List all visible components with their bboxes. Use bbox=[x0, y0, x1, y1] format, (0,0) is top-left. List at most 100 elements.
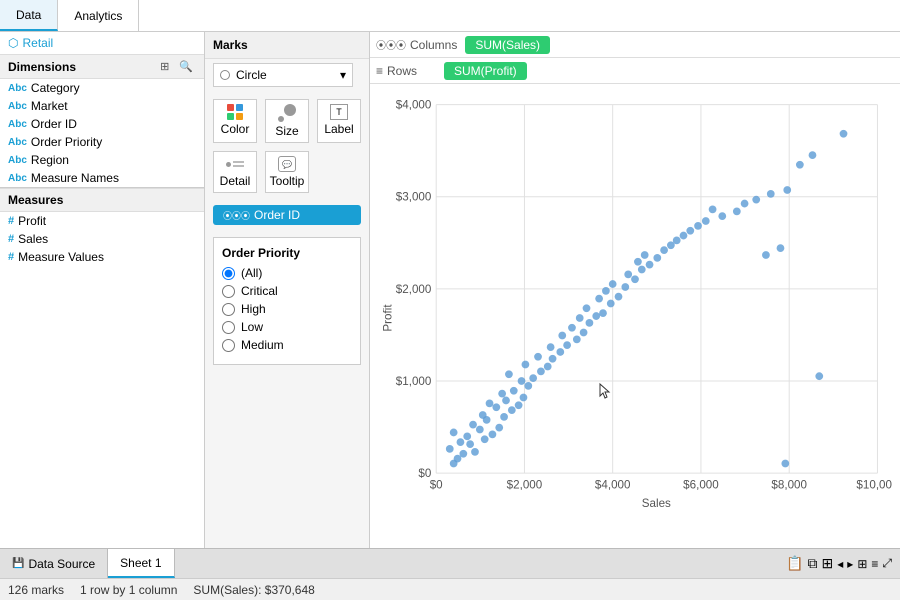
color-icon bbox=[227, 104, 243, 120]
chevron-down-icon: ▾ bbox=[340, 68, 346, 82]
dimensions-header: Dimensions ⊞ 🔍 bbox=[0, 54, 204, 79]
sheet1-label: Sheet 1 bbox=[120, 556, 161, 570]
filter-radio-high[interactable] bbox=[222, 303, 235, 316]
rows-pill-label: SUM(Profit) bbox=[454, 64, 517, 78]
tooltip-icon: 💬 bbox=[278, 156, 296, 172]
dim-order-id[interactable]: AbcOrder ID bbox=[0, 115, 204, 133]
filter-option-high[interactable]: High bbox=[222, 302, 352, 316]
filter-radio-critical[interactable] bbox=[222, 285, 235, 298]
search-icon[interactable]: 🔍 bbox=[176, 59, 196, 74]
dimensions-list: AbcCategory AbcMarket AbcOrder ID AbcOrd… bbox=[0, 79, 204, 187]
filter-option-low[interactable]: Low bbox=[222, 320, 352, 334]
svg-text:$0: $0 bbox=[430, 479, 443, 492]
svg-text:Profit: Profit bbox=[382, 304, 395, 332]
tab-analytics[interactable]: Analytics bbox=[58, 0, 139, 31]
detail-section: ⦿⦿⦿ Order ID bbox=[205, 201, 369, 229]
sum-sales-status: SUM(Sales): $370,648 bbox=[193, 583, 314, 597]
circle-mark-icon bbox=[220, 70, 230, 80]
tooltip-label: Tooltip bbox=[270, 174, 305, 188]
grid-view-icon[interactable]: ⊞ bbox=[157, 59, 172, 74]
detail-icon bbox=[226, 156, 244, 172]
tab-data-label: Data bbox=[16, 8, 41, 22]
filter-radio-low[interactable] bbox=[222, 321, 235, 334]
rows-pill[interactable]: SUM(Profit) bbox=[444, 62, 527, 80]
tab-sheet1[interactable]: Sheet 1 bbox=[108, 549, 174, 578]
filter-title: Order Priority bbox=[222, 246, 352, 260]
svg-text:$2,000: $2,000 bbox=[507, 479, 543, 492]
filter-label-high: High bbox=[241, 302, 266, 316]
columns-icon: ⦿⦿⦿ bbox=[376, 37, 406, 52]
tab-data[interactable]: Data bbox=[0, 0, 58, 31]
size-icon bbox=[278, 104, 296, 122]
status-bar: 126 marks 1 row by 1 column SUM(Sales): … bbox=[0, 578, 900, 600]
nav-left-icon[interactable]: ◂ bbox=[837, 557, 843, 571]
measure-sales[interactable]: #Sales bbox=[0, 230, 204, 248]
dimensions-title: Dimensions bbox=[8, 60, 76, 74]
dim-category[interactable]: AbcCategory bbox=[0, 79, 204, 97]
filter-label-all: (All) bbox=[241, 266, 262, 280]
new-dashboard-icon[interactable]: ⊞ bbox=[822, 555, 834, 572]
retail-label: Retail bbox=[22, 36, 53, 50]
marks-buttons-row1: Color Size T Label bbox=[205, 91, 369, 151]
spacer bbox=[317, 151, 361, 193]
tooltip-button[interactable]: 💬 Tooltip bbox=[265, 151, 309, 193]
svg-text:$10,000: $10,000 bbox=[856, 479, 892, 492]
tab-data-source[interactable]: 💾 Data Source bbox=[0, 549, 108, 578]
dimensions-icons: ⊞ 🔍 bbox=[157, 59, 196, 74]
label-button[interactable]: T Label bbox=[317, 99, 361, 143]
columns-pill[interactable]: SUM(Sales) bbox=[465, 36, 550, 54]
chart-area: Profit bbox=[370, 84, 900, 548]
right-panel: ⦿⦿⦿ Columns SUM(Sales) ≡ Rows SUM(Profit… bbox=[370, 32, 900, 548]
marks-type-dropdown[interactable]: Circle ▾ bbox=[213, 63, 353, 87]
dim-measure-names[interactable]: AbcMeasure Names bbox=[0, 169, 204, 187]
measure-profit[interactable]: #Profit bbox=[0, 212, 204, 230]
columns-label: ⦿⦿⦿ Columns bbox=[376, 37, 457, 52]
filter-radio-all[interactable] bbox=[222, 267, 235, 280]
list-view-icon[interactable]: ≡ bbox=[871, 557, 878, 571]
svg-text:$2,000: $2,000 bbox=[396, 283, 432, 296]
svg-text:$3,000: $3,000 bbox=[396, 191, 432, 204]
view-options-icon[interactable]: ⊞ bbox=[857, 557, 867, 571]
detail-button[interactable]: Detail bbox=[213, 151, 257, 193]
filter-option-critical[interactable]: Critical bbox=[222, 284, 352, 298]
dimensions-list-scroll: AbcCategory AbcMarket AbcOrder ID AbcOrd… bbox=[0, 79, 204, 548]
color-button[interactable]: Color bbox=[213, 99, 257, 143]
tab-analytics-label: Analytics bbox=[74, 9, 122, 23]
size-button[interactable]: Size bbox=[265, 99, 309, 143]
svg-text:$4,000: $4,000 bbox=[396, 99, 432, 112]
filter-label-medium: Medium bbox=[241, 338, 284, 352]
marks-buttons-row2: Detail 💬 Tooltip bbox=[205, 151, 369, 201]
left-panel: ⬡ Retail Dimensions ⊞ 🔍 AbcCategory AbcM… bbox=[0, 32, 205, 548]
expand-icon[interactable]: ⤢ bbox=[882, 556, 892, 571]
bottom-tabs: 💾 Data Source Sheet 1 📋 ⧉ ⊞ ◂ ▸ ⊞ ≡ ⤢ bbox=[0, 548, 900, 578]
marks-title: Marks bbox=[213, 38, 248, 52]
middle-panel: Marks Circle ▾ Color bbox=[205, 32, 370, 548]
filter-radio-medium[interactable] bbox=[222, 339, 235, 352]
retail-icon: ⬡ bbox=[8, 36, 18, 50]
order-id-pill[interactable]: ⦿⦿⦿ Order ID bbox=[213, 205, 361, 225]
rows-text: Rows bbox=[387, 64, 417, 78]
columns-pill-label: SUM(Sales) bbox=[475, 38, 540, 52]
chart-svg: Profit bbox=[378, 92, 892, 544]
detail-dots-icon: ⦿⦿⦿ bbox=[223, 209, 250, 222]
label-label: Label bbox=[324, 122, 353, 136]
measure-values[interactable]: #Measure Values bbox=[0, 248, 204, 266]
duplicate-sheet-icon[interactable]: ⧉ bbox=[808, 555, 818, 572]
filter-option-all[interactable]: (All) bbox=[222, 266, 352, 280]
marks-type-selector: Circle ▾ bbox=[205, 59, 369, 91]
dim-market[interactable]: AbcMarket bbox=[0, 97, 204, 115]
marks-header: Marks bbox=[205, 32, 369, 59]
rows-cols-status: 1 row by 1 column bbox=[80, 583, 177, 597]
dim-order-priority[interactable]: AbcOrder Priority bbox=[0, 133, 204, 151]
filter-option-medium[interactable]: Medium bbox=[222, 338, 352, 352]
svg-text:$1,000: $1,000 bbox=[396, 375, 432, 388]
order-id-label: Order ID bbox=[254, 208, 300, 222]
retail-item[interactable]: ⬡ Retail bbox=[0, 32, 204, 54]
nav-right-icon[interactable]: ▸ bbox=[847, 557, 853, 571]
dim-region[interactable]: AbcRegion bbox=[0, 151, 204, 169]
new-sheet-icon[interactable]: 📋 bbox=[786, 555, 803, 572]
bottom-tab-icons: 📋 ⧉ ⊞ ◂ ▸ ⊞ ≡ ⤢ bbox=[778, 549, 900, 578]
main-area: ⬡ Retail Dimensions ⊞ 🔍 AbcCategory AbcM… bbox=[0, 32, 900, 548]
datasource-icon: 💾 bbox=[12, 558, 24, 569]
data-source-label: Data Source bbox=[28, 557, 95, 571]
